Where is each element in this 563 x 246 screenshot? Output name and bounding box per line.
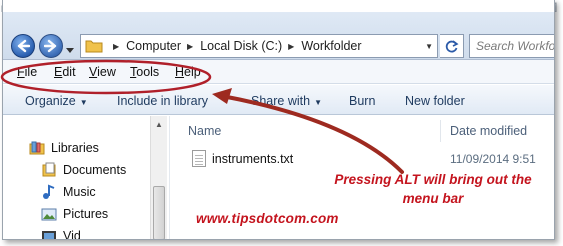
pictures-icon: [41, 206, 57, 222]
address-history-chevron-icon[interactable]: ▼: [425, 42, 433, 51]
sidebar-item-label: Pictures: [63, 207, 109, 221]
menu-view-label: iew: [97, 65, 116, 79]
back-arrow-icon: [17, 39, 30, 53]
include-in-library-label: Include in library: [117, 94, 209, 108]
menu-file[interactable]: File: [17, 65, 37, 79]
scroll-up-icon[interactable]: ▲: [155, 120, 163, 129]
menu-view-accelerator: V: [89, 65, 98, 79]
breadcrumb-local-disk[interactable]: Local Disk (C:): [200, 39, 282, 53]
annotation-callout: Pressing ALT will bring out the menu bar: [308, 170, 558, 208]
menu-edit[interactable]: Edit: [54, 65, 76, 79]
music-icon: [41, 184, 57, 200]
share-with-button[interactable]: Share with ▼: [251, 94, 322, 108]
sidebar-item-music[interactable]: Music: [41, 184, 96, 200]
refresh-icon: [445, 40, 459, 53]
burn-button[interactable]: Burn: [349, 94, 375, 108]
sidebar-item-pictures[interactable]: Pictures: [41, 206, 108, 222]
menu-help-label: elp: [184, 65, 201, 79]
new-folder-button[interactable]: New folder: [405, 94, 465, 108]
command-bar: Organize ▼ Include in library Share with ▼…: [3, 85, 554, 115]
forward-arrow-icon: [44, 39, 57, 53]
sidebar-item-label: Vid: [63, 229, 81, 240]
breadcrumb-computer[interactable]: Computer: [126, 39, 181, 53]
breadcrumb-separator-icon[interactable]: ▶: [187, 42, 193, 51]
sidebar-item-documents[interactable]: Documents: [41, 162, 126, 178]
videos-icon: [41, 228, 57, 239]
search-input[interactable]: Search Workfo: [469, 34, 555, 58]
forward-button[interactable]: [39, 34, 63, 58]
sidebar-item-label: Documents: [63, 163, 127, 177]
file-name: instruments.txt: [212, 152, 294, 166]
documents-icon: [41, 162, 57, 178]
address-field[interactable]: ▶ Computer ▶ Local Disk (C:) ▶ Workfolde…: [80, 34, 438, 58]
column-header-name[interactable]: Name: [188, 124, 221, 138]
table-row[interactable]: instruments.txt 11/09/2014 9:51: [188, 150, 554, 170]
libraries-icon: [29, 140, 45, 156]
menu-file-accelerator: F: [17, 65, 25, 79]
breadcrumb-separator-icon[interactable]: ▶: [288, 42, 294, 51]
search-placeholder: Search Workfo: [476, 39, 555, 53]
callout-line-1: Pressing ALT will bring out the: [334, 172, 532, 187]
menu-edit-label: dit: [62, 65, 76, 79]
column-header-date-modified[interactable]: Date modified: [450, 124, 527, 138]
menu-help-accelerator: H: [175, 65, 185, 79]
navigation-pane-scrollbar[interactable]: ▲: [150, 116, 167, 239]
menu-tools-label: ools: [136, 65, 160, 79]
share-with-label: Share with: [251, 94, 311, 108]
include-in-library-button[interactable]: Include in library: [117, 94, 208, 108]
chevron-down-icon: [66, 48, 74, 53]
chevron-down-icon: ▼: [79, 98, 88, 107]
sidebar-item-label: Music: [63, 185, 96, 199]
text-file-icon: [192, 150, 206, 167]
menu-bar: File Edit View Tools Help: [3, 60, 554, 84]
file-date-modified: 11/09/2014 9:51: [450, 152, 536, 166]
navigation-pane: Libraries Documents Music Pictures Vid: [3, 116, 169, 240]
folder-icon: [85, 39, 103, 53]
sidebar-item-libraries[interactable]: Libraries: [29, 140, 99, 156]
address-bar-row: ▶ Computer ▶ Local Disk (C:) ▶ Workfolde…: [3, 12, 555, 60]
watermark-text: www.tipsdotcom.com: [196, 211, 339, 226]
scrollbar-thumb[interactable]: [153, 186, 165, 239]
column-divider[interactable]: [440, 120, 441, 142]
new-folder-label: New folder: [405, 94, 465, 108]
breadcrumb-workfolder[interactable]: Workfolder: [301, 39, 361, 53]
breadcrumb-separator-icon[interactable]: ▶: [113, 42, 119, 51]
refresh-button[interactable]: [440, 34, 464, 58]
menu-help[interactable]: Help: [175, 65, 201, 79]
recent-pages-dropdown[interactable]: [66, 43, 74, 53]
organize-button[interactable]: Organize ▼: [25, 94, 88, 108]
chevron-down-icon: ▼: [314, 98, 322, 107]
menu-file-label: ile: [24, 65, 38, 79]
sidebar-item-label: Libraries: [51, 141, 99, 155]
menu-tools[interactable]: Tools: [130, 65, 159, 79]
callout-line-2: menu bar: [402, 191, 464, 206]
menu-view[interactable]: View: [89, 65, 116, 79]
back-button[interactable]: [11, 34, 35, 58]
burn-label: Burn: [349, 94, 376, 108]
sidebar-item-videos[interactable]: Vid: [41, 228, 81, 240]
organize-label: Organize: [25, 94, 76, 108]
